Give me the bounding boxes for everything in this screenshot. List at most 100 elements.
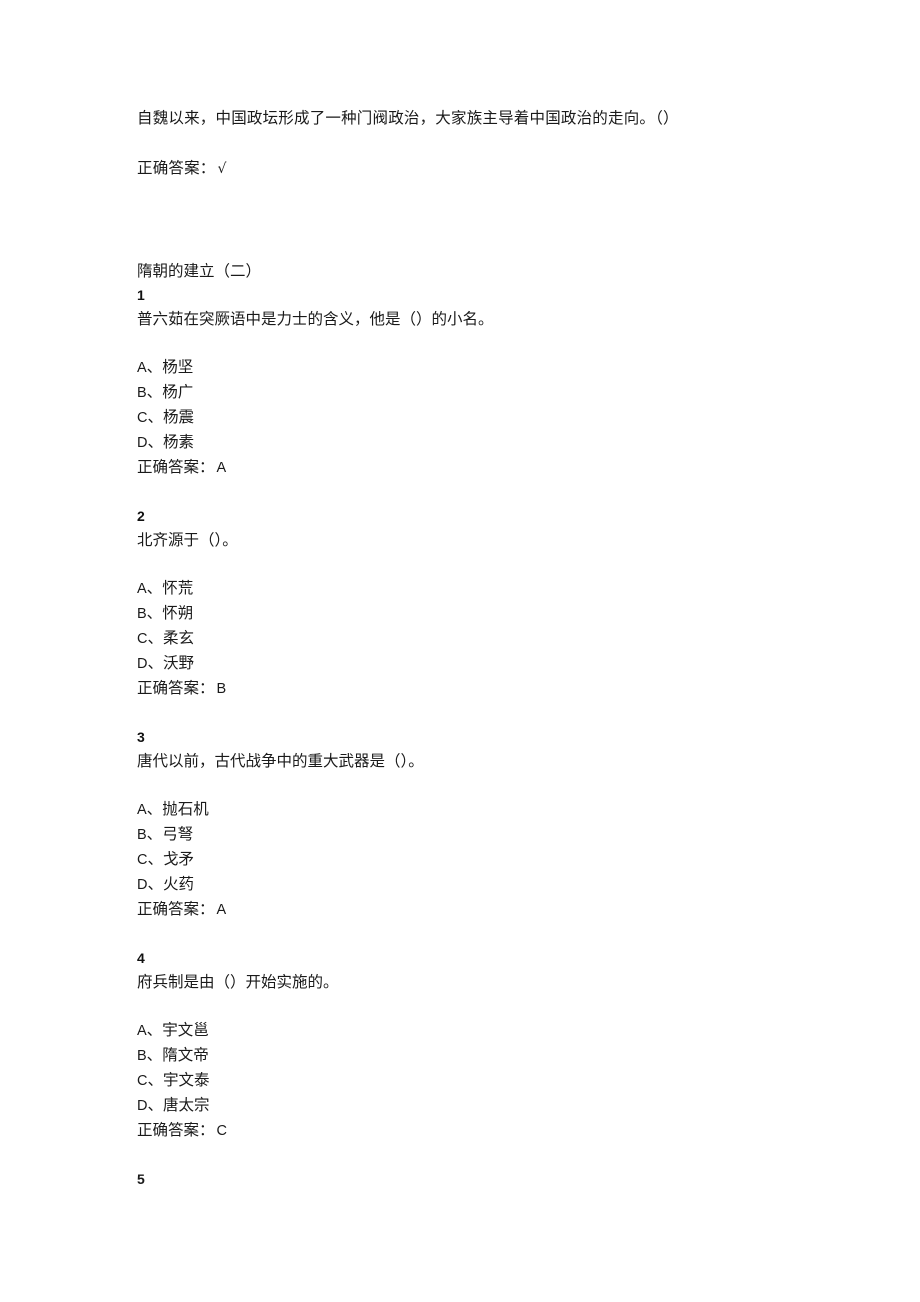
option-c[interactable]: C、柔玄 xyxy=(137,626,837,651)
option-text: 火药 xyxy=(163,875,195,893)
option-separator: 、 xyxy=(146,579,163,597)
option-text: 杨素 xyxy=(163,433,195,451)
correct-answer: 正确答案： B xyxy=(137,676,837,701)
option-b[interactable]: B、隋文帝 xyxy=(137,1043,837,1068)
option-text: 柔玄 xyxy=(163,629,195,647)
option-separator: 、 xyxy=(146,825,163,843)
option-separator: 、 xyxy=(147,629,163,647)
answer-checkmark: √ xyxy=(217,161,227,177)
option-d[interactable]: D、火药 xyxy=(137,872,837,897)
option-separator: 、 xyxy=(147,654,163,672)
next-question-number: 5 xyxy=(137,1171,145,1187)
answer-label: 正确答案： xyxy=(137,900,215,918)
answer-value: B xyxy=(216,681,227,697)
option-separator: 、 xyxy=(147,408,163,426)
answer-value: A xyxy=(216,460,227,476)
answer-label: 正确答案： xyxy=(137,159,216,177)
option-d[interactable]: D、唐太宗 xyxy=(137,1093,837,1118)
option-d[interactable]: D、沃野 xyxy=(137,651,837,676)
correct-answer: 正确答案： C xyxy=(137,1118,837,1143)
question-number: 1 xyxy=(137,287,145,303)
option-b[interactable]: B、怀朔 xyxy=(137,601,837,626)
option-a[interactable]: A、宇文邕 xyxy=(137,1018,837,1043)
option-letter: C xyxy=(137,1073,148,1089)
option-text: 杨坚 xyxy=(162,358,194,376)
option-text: 唐太宗 xyxy=(163,1096,210,1114)
option-text: 抛石机 xyxy=(162,800,209,818)
option-b[interactable]: B、杨广 xyxy=(137,380,837,405)
option-separator: 、 xyxy=(146,604,163,622)
option-letter: C xyxy=(137,852,148,868)
question-item: 2 北齐源于（）。 A、怀荒 B、怀朔 C、柔玄 D、沃野 正确答案： B xyxy=(137,504,837,701)
correct-answer: 正确答案： A xyxy=(137,897,837,922)
option-text: 戈矛 xyxy=(163,850,195,868)
option-text: 沃野 xyxy=(163,654,195,672)
option-list: A、杨坚 B、杨广 C、杨震 D、杨素 xyxy=(137,355,837,455)
option-letter: D xyxy=(137,656,148,672)
answer-value: A xyxy=(216,902,227,918)
option-text: 怀朔 xyxy=(162,604,194,622)
option-letter: B xyxy=(137,1048,147,1064)
correct-answer: 正确答案： A xyxy=(137,455,837,480)
option-separator: 、 xyxy=(146,800,163,818)
question-stem: 府兵制是由（）开始实施的。 xyxy=(137,973,339,991)
option-letter: B xyxy=(137,827,147,843)
question-number: 3 xyxy=(137,729,145,745)
question-number: 2 xyxy=(137,508,145,524)
answer-label: 正确答案： xyxy=(137,679,215,697)
option-separator: 、 xyxy=(146,1046,163,1064)
option-letter: B xyxy=(137,385,147,401)
option-list: A、怀荒 B、怀朔 C、柔玄 D、沃野 xyxy=(137,576,837,676)
option-text: 隋文帝 xyxy=(162,1046,209,1064)
question-stem: 普六茹在突厥语中是力士的含义，他是（）的小名。 xyxy=(137,310,494,328)
option-letter: A xyxy=(137,360,147,376)
option-separator: 、 xyxy=(147,433,163,451)
answer-value: C xyxy=(216,1123,227,1139)
true-false-item: 自魏以来，中国政坛形成了一种门阀政治，大家族主导着中国政治的走向。（） 正确答案… xyxy=(137,106,837,181)
option-text: 杨广 xyxy=(162,383,194,401)
option-c[interactable]: C、杨震 xyxy=(137,405,837,430)
option-list: A、抛石机 B、弓弩 C、戈矛 D、火药 xyxy=(137,797,837,897)
option-separator: 、 xyxy=(146,383,163,401)
section-block: 隋朝的建立（二） 1 普六茹在突厥语中是力士的含义，他是（）的小名。 A、杨坚 … xyxy=(137,259,837,1191)
option-c[interactable]: C、宇文泰 xyxy=(137,1068,837,1093)
option-letter: D xyxy=(137,1098,148,1114)
true-false-stem: 自魏以来，中国政坛形成了一种门阀政治，大家族主导着中国政治的走向。（） xyxy=(137,109,679,127)
option-letter: A xyxy=(137,581,147,597)
option-a[interactable]: A、怀荒 xyxy=(137,576,837,601)
section-title: 隋朝的建立（二） xyxy=(137,262,262,280)
question-item: 1 普六茹在突厥语中是力士的含义，他是（）的小名。 A、杨坚 B、杨广 C、杨震… xyxy=(137,283,837,480)
option-letter: A xyxy=(137,1023,147,1039)
option-a[interactable]: A、杨坚 xyxy=(137,355,837,380)
option-separator: 、 xyxy=(146,358,163,376)
question-item: 3 唐代以前，古代战争中的重大武器是（）。 A、抛石机 B、弓弩 C、戈矛 D、… xyxy=(137,725,837,922)
option-text: 弓弩 xyxy=(162,825,194,843)
option-separator: 、 xyxy=(147,850,163,868)
option-letter: B xyxy=(137,606,147,622)
option-letter: C xyxy=(137,631,148,647)
option-letter: D xyxy=(137,877,148,893)
option-letter: A xyxy=(137,802,147,818)
question-stem: 唐代以前，古代战争中的重大武器是（）。 xyxy=(137,752,424,770)
question-item: 4 府兵制是由（）开始实施的。 A、宇文邕 B、隋文帝 C、宇文泰 D、唐太宗 … xyxy=(137,946,837,1143)
option-a[interactable]: A、抛石机 xyxy=(137,797,837,822)
option-text: 杨震 xyxy=(163,408,195,426)
option-text: 怀荒 xyxy=(162,579,194,597)
document-page: 自魏以来，中国政坛形成了一种门阀政治，大家族主导着中国政治的走向。（） 正确答案… xyxy=(0,0,920,1302)
option-separator: 、 xyxy=(147,1071,163,1089)
option-text: 宇文邕 xyxy=(162,1021,209,1039)
answer-label: 正确答案： xyxy=(137,458,215,476)
option-separator: 、 xyxy=(147,875,163,893)
option-list: A、宇文邕 B、隋文帝 C、宇文泰 D、唐太宗 xyxy=(137,1018,837,1118)
answer-label: 正确答案： xyxy=(137,1121,215,1139)
option-text: 宇文泰 xyxy=(163,1071,210,1089)
option-separator: 、 xyxy=(147,1096,163,1114)
document-content: 自魏以来，中国政坛形成了一种门阀政治，大家族主导着中国政治的走向。（） 正确答案… xyxy=(137,106,837,1191)
true-false-answer: 正确答案： √ xyxy=(137,156,837,181)
option-letter: C xyxy=(137,410,148,426)
option-letter: D xyxy=(137,435,148,451)
option-b[interactable]: B、弓弩 xyxy=(137,822,837,847)
option-c[interactable]: C、戈矛 xyxy=(137,847,837,872)
option-d[interactable]: D、杨素 xyxy=(137,430,837,455)
question-stem: 北齐源于（）。 xyxy=(137,531,238,549)
